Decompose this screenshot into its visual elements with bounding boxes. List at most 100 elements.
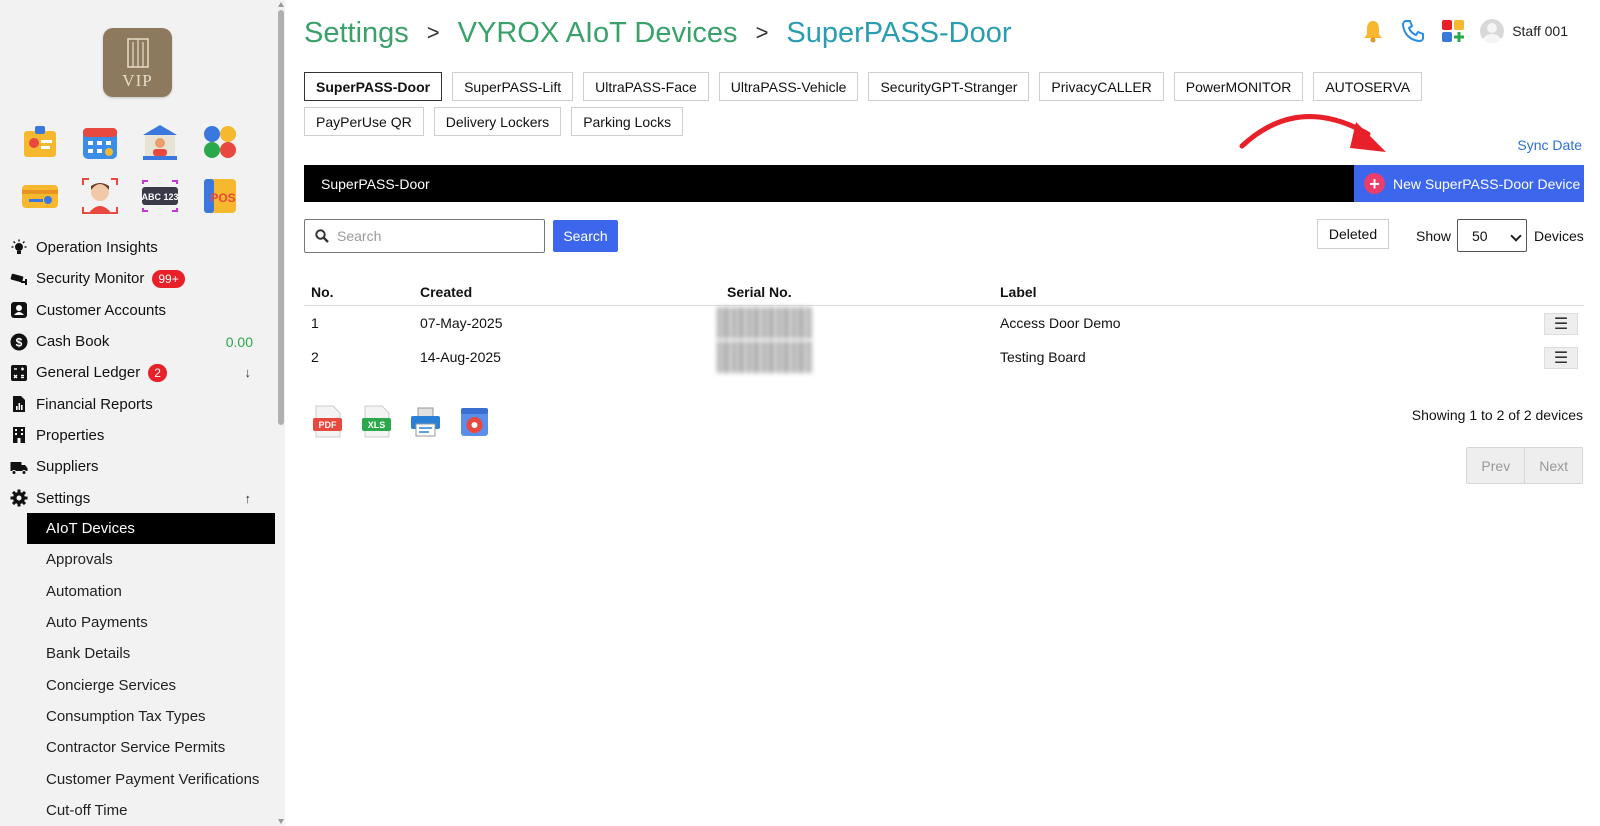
subnav-automation[interactable]: Automation (27, 576, 275, 607)
nav-suppliers[interactable]: Suppliers (0, 451, 275, 482)
subnav-auto-payments[interactable]: Auto Payments (27, 607, 275, 638)
sync-date-link[interactable]: Sync Date (1517, 137, 1582, 153)
bell-icon[interactable] (1360, 18, 1386, 44)
col-header-serial[interactable]: Serial No. (727, 284, 1000, 300)
breadcrumb: Settings > VYROX AIoT Devices > SuperPAS… (304, 14, 1012, 52)
app-icon-grid: ABC 123 POS (20, 122, 260, 216)
prev-page-button[interactable]: Prev (1467, 448, 1526, 483)
user-name: Staff 001 (1512, 23, 1568, 39)
row-menu-button[interactable]: ☰ (1544, 347, 1578, 369)
scroll-up-arrow[interactable] (278, 2, 284, 7)
col-header-no[interactable]: No. (304, 284, 420, 300)
calendar-icon[interactable] (80, 122, 120, 162)
row-menu-button[interactable]: ☰ (1544, 313, 1578, 335)
gear-icon (10, 489, 28, 507)
tab-autoserva[interactable]: AUTOSERVA (1313, 72, 1423, 101)
tab-superpass-door[interactable]: SuperPASS-Door (304, 72, 443, 101)
blurred-serial (717, 307, 812, 339)
nav-operation-insights[interactable]: Operation Insights (0, 232, 275, 263)
cell-label: Testing Board (1000, 349, 1086, 365)
pdf-export-icon[interactable]: PDF (312, 405, 343, 438)
tab-parking-locks[interactable]: Parking Locks (571, 107, 684, 136)
license-plate-icon[interactable]: ABC 123 (140, 176, 180, 216)
cash-balance: 0.00 (225, 333, 253, 350)
chevron-down-icon (1510, 230, 1522, 242)
face-recognition-icon[interactable] (80, 176, 120, 216)
deleted-button[interactable]: Deleted (1317, 219, 1389, 249)
services-icon[interactable] (200, 122, 240, 162)
search-button[interactable]: Search (553, 220, 618, 252)
nav-label: Operation Insights (36, 239, 158, 257)
tab-delivery-lockers[interactable]: Delivery Lockers (433, 107, 562, 136)
pos-icon[interactable]: POS (200, 176, 240, 216)
devices-label: Devices (1534, 228, 1584, 244)
new-device-button[interactable]: + New SuperPASS-Door Device (1354, 165, 1584, 202)
subnav-consumption-tax-types[interactable]: Consumption Tax Types (27, 701, 275, 732)
nav-label: Cash Book (36, 333, 110, 351)
nav-properties[interactable]: Properties (0, 420, 275, 451)
nav-customer-accounts[interactable]: Customer Accounts (0, 295, 275, 326)
nav-settings[interactable]: Settings ↑ (0, 482, 275, 513)
vip-logo[interactable]: VIP (103, 28, 172, 97)
calculator-icon (10, 364, 28, 382)
table-row[interactable]: 2 14-Aug-2025 Testing Board ☰ (304, 340, 1584, 374)
sidebar-nav: Operation Insights Security Monitor 99+ … (0, 232, 275, 514)
phone-icon[interactable] (1400, 18, 1426, 44)
id-badge-icon[interactable] (20, 122, 60, 162)
lightbulb-icon (10, 239, 28, 257)
subnav-cut-off-time[interactable]: Cut-off Time (27, 795, 275, 826)
nav-cash-book[interactable]: $ Cash Book 0.00 (0, 326, 275, 357)
subnav-contractor-service-permits[interactable]: Contractor Service Permits (27, 732, 275, 763)
svg-text:POS: POS (210, 191, 235, 205)
subnav-bank-details[interactable]: Bank Details (27, 638, 275, 669)
app-window: VIP ABC 123 POS Operation Insights Secur… (0, 0, 1600, 826)
subnav-aiot-devices[interactable]: AIoT Devices (27, 513, 275, 545)
xls-export-icon[interactable]: XLS (361, 405, 392, 438)
scroll-down-arrow[interactable] (278, 819, 284, 824)
tab-securitygpt-stranger[interactable]: SecurityGPT-Stranger (868, 72, 1030, 101)
sidebar-scrollbar[interactable] (277, 0, 285, 826)
show-label: Show (1416, 228, 1452, 244)
tab-ultrapass-face[interactable]: UltraPASS-Face (583, 72, 709, 101)
table-row[interactable]: 1 07-May-2025 Access Door Demo ☰ (304, 306, 1584, 340)
alert-count-badge: 99+ (152, 269, 185, 288)
settings-export-icon[interactable] (459, 405, 490, 438)
search-input[interactable] (337, 228, 527, 244)
truck-icon (10, 458, 28, 476)
subnav-customer-payment-verifications[interactable]: Customer Payment Verifications (27, 763, 275, 794)
breadcrumb-aiot-devices[interactable]: VYROX AIoT Devices (458, 17, 738, 50)
collapse-arrow[interactable]: ↑ (245, 491, 252, 506)
tab-ultrapass-vehicle[interactable]: UltraPASS-Vehicle (718, 72, 859, 101)
breadcrumb-settings[interactable]: Settings (304, 17, 409, 50)
expand-arrow[interactable]: ↓ (245, 365, 252, 380)
keycard-icon[interactable] (20, 176, 60, 216)
contact-card-icon (10, 301, 28, 319)
user-menu[interactable]: Staff 001 (1480, 19, 1568, 43)
cell-no: 1 (311, 315, 319, 331)
scrollbar-thumb[interactable] (278, 10, 284, 425)
tab-privacycaller[interactable]: PrivacyCALLER (1039, 72, 1164, 101)
nav-financial-reports[interactable]: Financial Reports (0, 388, 275, 419)
nav-general-ledger[interactable]: General Ledger 2 ↓ (0, 357, 275, 388)
page-size-value: 50 (1472, 227, 1488, 244)
bank-icon[interactable] (140, 122, 180, 162)
nav-label: Properties (36, 426, 105, 444)
subnav-approvals[interactable]: Approvals (27, 544, 275, 575)
pagination: Prev Next (1466, 447, 1583, 484)
nav-security-monitor[interactable]: Security Monitor 99+ (0, 263, 275, 294)
tab-superpass-lift[interactable]: SuperPASS-Lift (452, 72, 574, 101)
tab-payperuse-qr[interactable]: PayPerUse QR (304, 107, 424, 136)
col-header-created[interactable]: Created (420, 284, 727, 300)
section-title: SuperPASS-Door (321, 175, 430, 192)
print-icon[interactable] (410, 405, 441, 438)
apps-icon[interactable] (1440, 18, 1466, 44)
hamburger-icon: ☰ (1553, 316, 1569, 333)
top-toolbar: Staff 001 (1360, 16, 1568, 46)
subnav-concierge-services[interactable]: Concierge Services (27, 669, 275, 700)
col-header-label[interactable]: Label (1000, 284, 1584, 300)
search-box (304, 219, 545, 253)
page-size-select[interactable]: 50 (1457, 219, 1527, 252)
chevron-right-icon: > (755, 20, 769, 45)
next-page-button[interactable]: Next (1525, 448, 1582, 483)
tab-powermonitor[interactable]: PowerMONITOR (1173, 72, 1304, 101)
